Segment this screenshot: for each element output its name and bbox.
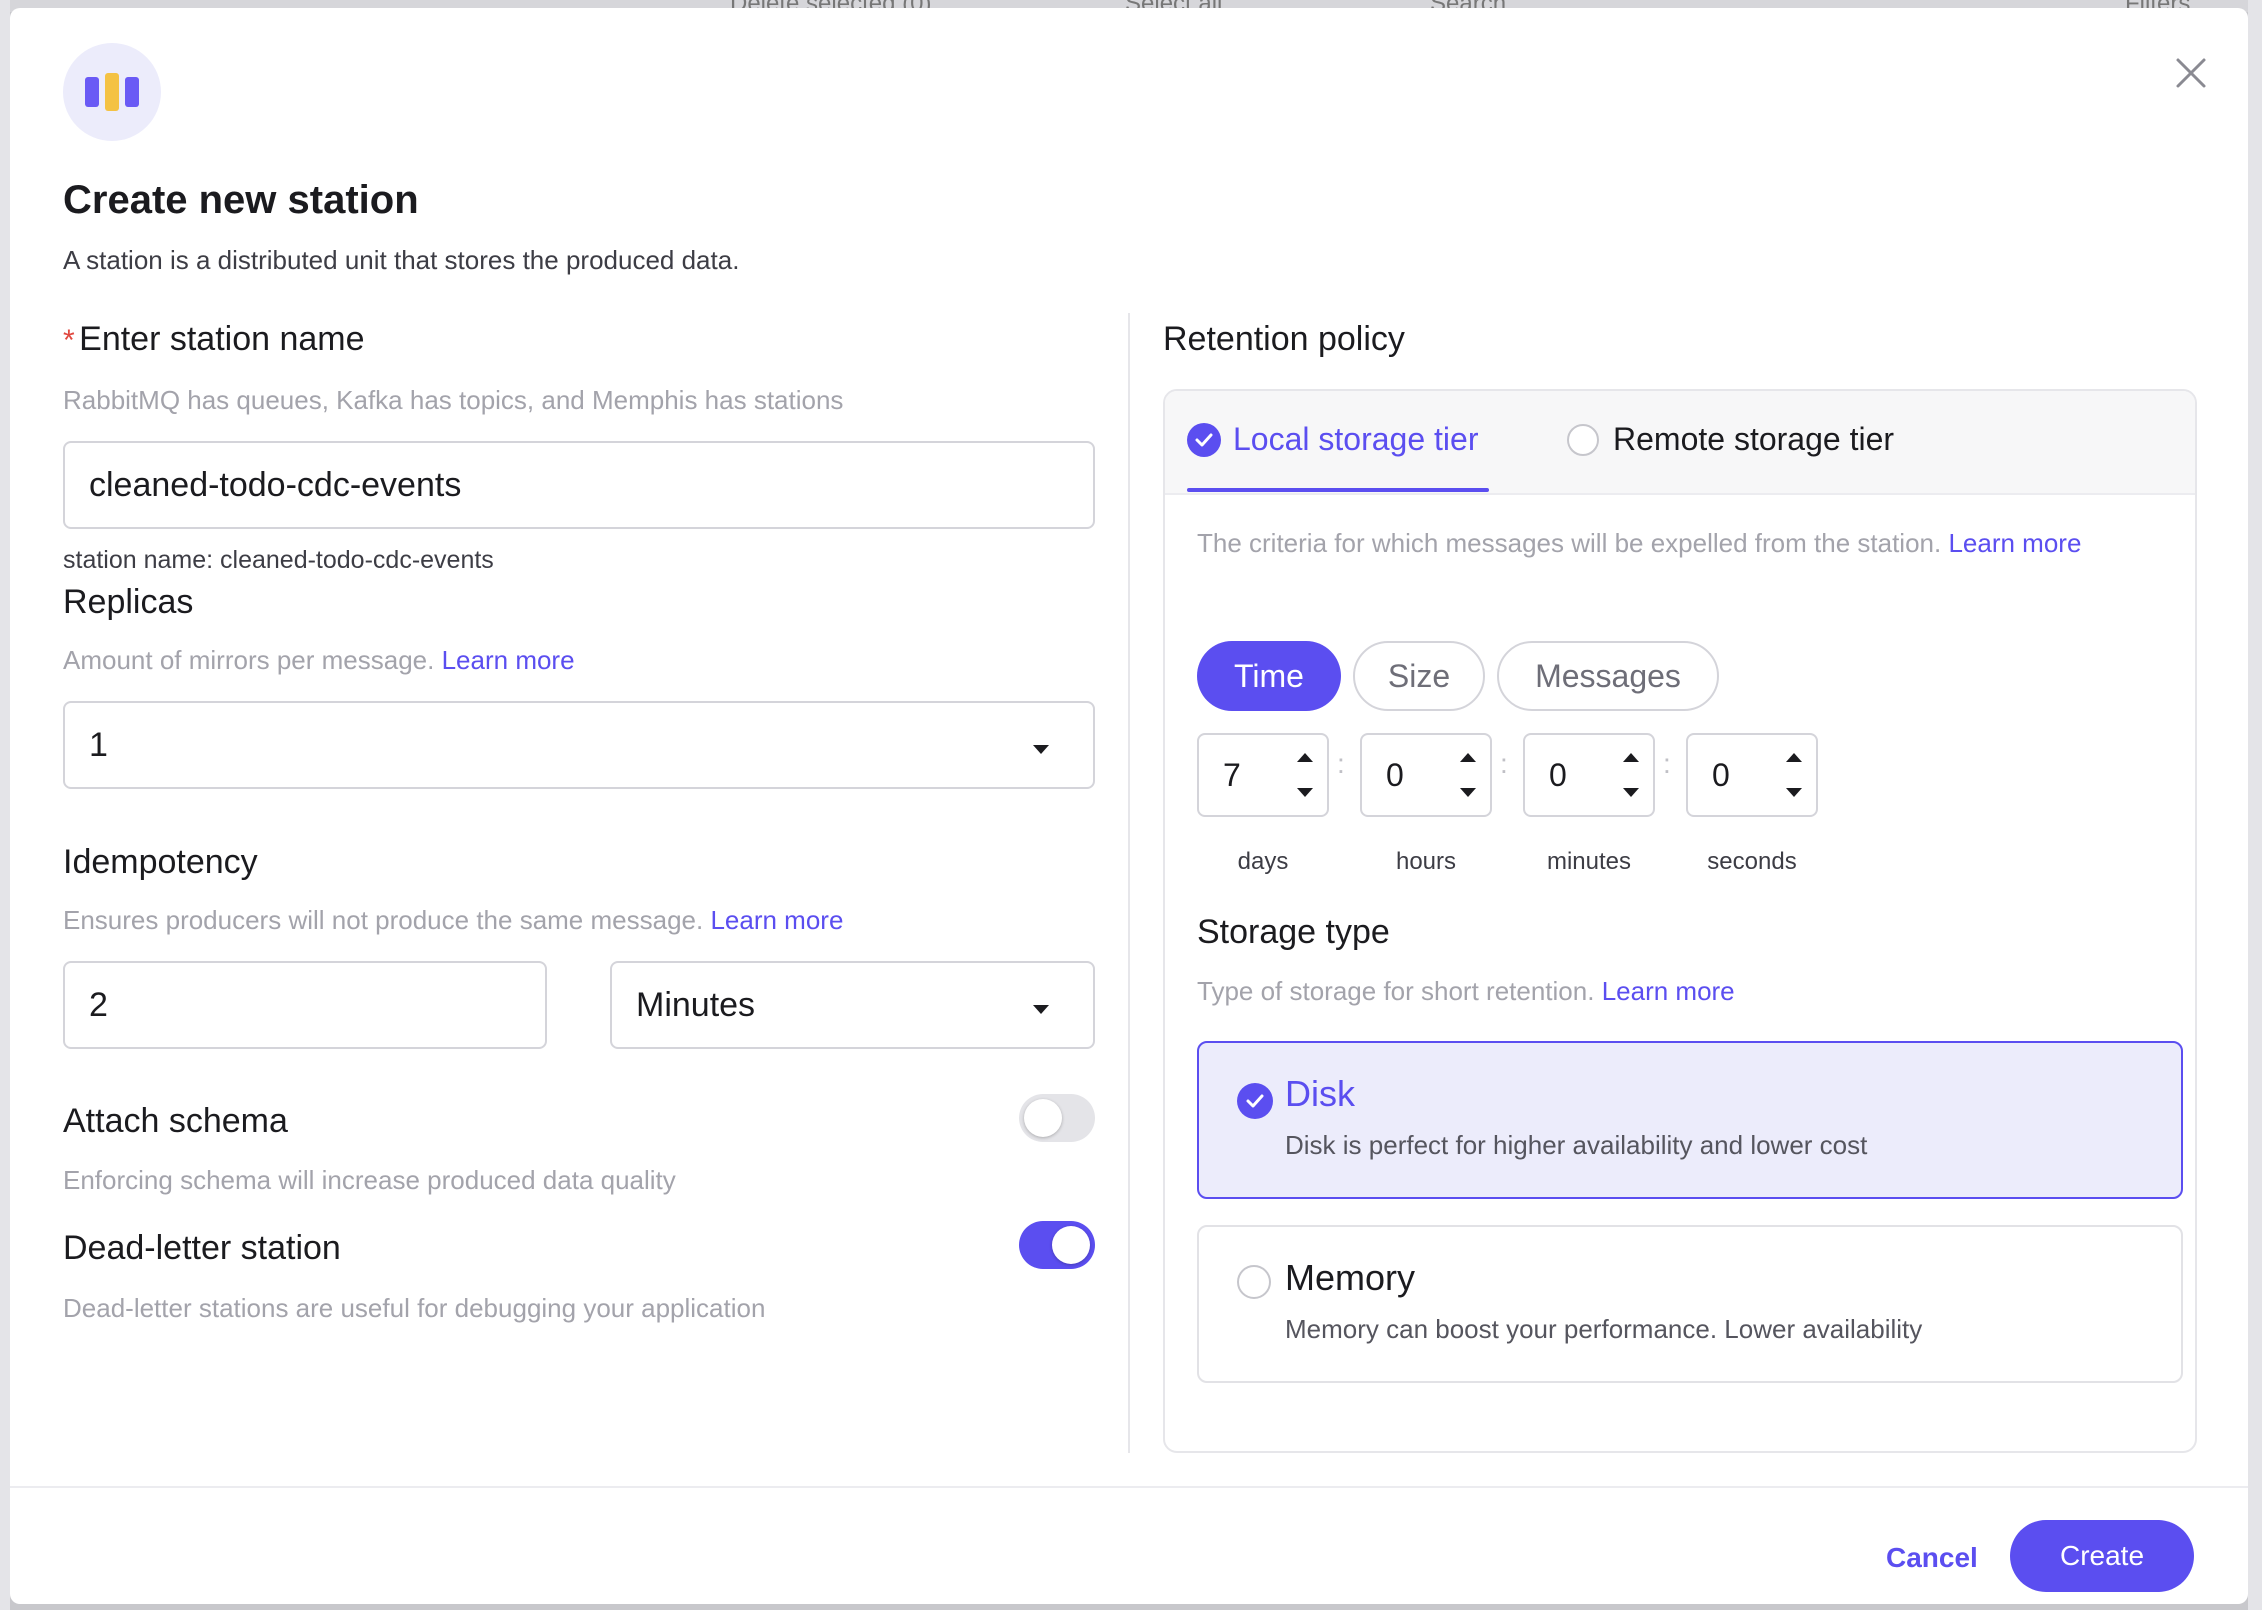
idempotency-label: Idempotency (63, 843, 258, 881)
tab-remote-storage-tier[interactable]: Remote storage tier (1567, 421, 1894, 458)
attach-schema-description: Enforcing schema will increase produced … (63, 1165, 676, 1195)
idempotency-unit: Minutes (636, 985, 756, 1024)
chevron-down-icon (1033, 745, 1049, 754)
replicas-label: Replicas (63, 583, 194, 621)
create-button[interactable]: Create (2010, 1520, 2194, 1592)
tab-local-storage-tier[interactable]: Local storage tier (1187, 421, 1478, 458)
modal-subtitle: A station is a distributed unit that sto… (63, 245, 740, 275)
toggle-knob (1052, 1226, 1090, 1264)
seconds-unit-label: seconds (1707, 848, 1797, 875)
idempotency-description: Ensures producers will not produce the s… (63, 905, 843, 936)
retention-learn-more-link[interactable]: Learn more (1948, 528, 2081, 558)
replicas-description: Amount of mirrors per message. Learn mor… (63, 645, 575, 676)
caret-down-icon[interactable] (1460, 788, 1476, 797)
retention-description-text: The criteria for which messages will be … (1197, 528, 1942, 558)
hours-value: 0 (1386, 757, 1404, 793)
idempotency-value-input[interactable]: 2 (63, 961, 547, 1049)
caret-down-icon[interactable] (1786, 788, 1802, 797)
chevron-down-icon (1033, 1005, 1049, 1014)
required-mark: * (63, 324, 75, 357)
storage-option-disk[interactable]: Disk Disk is perfect for higher availabi… (1197, 1041, 2183, 1199)
hours-stepper[interactable]: 0 (1360, 733, 1492, 817)
active-tab-indicator (1187, 488, 1489, 492)
replicas-description-text: Amount of mirrors per message. (63, 645, 435, 675)
tab-label: Local storage tier (1233, 421, 1479, 457)
storage-option-memory[interactable]: Memory Memory can boost your performance… (1197, 1225, 2183, 1383)
attach-schema-toggle[interactable] (1019, 1094, 1095, 1142)
check-circle-icon (1237, 1083, 1273, 1119)
days-unit-label: days (1237, 848, 1289, 875)
create-station-modal: Create new station A station is a distri… (10, 8, 2248, 1604)
idempotency-unit-select[interactable]: Minutes (610, 961, 1095, 1049)
background-left-edge (0, 0, 10, 1610)
minutes-value: 0 (1549, 757, 1567, 793)
caret-up-icon[interactable] (1623, 753, 1639, 762)
storage-type-description: Type of storage for short retention. Lea… (1197, 976, 1735, 1007)
days-stepper[interactable]: 7 (1197, 733, 1329, 817)
station-icon (63, 43, 161, 141)
idempotency-learn-more-link[interactable]: Learn more (710, 905, 843, 935)
caret-down-icon[interactable] (1297, 788, 1313, 797)
caret-up-icon[interactable] (1297, 753, 1313, 762)
station-name-label: * Enter station name (63, 320, 365, 359)
check-circle-icon (1187, 422, 1221, 457)
minutes-stepper[interactable]: 0 (1523, 733, 1655, 817)
storage-type-learn-more-link[interactable]: Learn more (1602, 976, 1735, 1006)
caret-down-icon[interactable] (1623, 788, 1639, 797)
retention-type-size[interactable]: Size (1353, 641, 1485, 711)
storage-type-description-text: Type of storage for short retention. (1197, 976, 1595, 1006)
radio-empty-icon (1567, 423, 1599, 456)
caret-up-icon[interactable] (1786, 753, 1802, 762)
dead-letter-description: Dead-letter stations are useful for debu… (63, 1293, 766, 1323)
station-name-label-text: Enter station name (79, 320, 365, 358)
retention-type-messages[interactable]: Messages (1497, 641, 1719, 711)
tab-label: Remote storage tier (1613, 421, 1895, 457)
hours-unit-label: hours (1395, 848, 1457, 875)
close-icon[interactable] (2168, 50, 2214, 96)
cancel-button[interactable]: Cancel (1886, 1542, 1978, 1574)
storage-type-label: Storage type (1197, 913, 1390, 951)
station-name-input[interactable]: cleaned-todo-cdc-events (63, 441, 1095, 529)
station-name-description: RabbitMQ has queues, Kafka has topics, a… (63, 385, 844, 415)
toggle-knob (1024, 1099, 1062, 1137)
caret-up-icon[interactable] (1460, 753, 1476, 762)
retention-policy-label: Retention policy (1163, 320, 1405, 358)
modal-footer: Cancel Create (10, 1486, 2248, 1604)
retention-type-time[interactable]: Time (1197, 641, 1341, 711)
storage-option-title: Memory (1285, 1257, 1416, 1298)
time-separator: : (1337, 748, 1345, 779)
time-separator: : (1663, 748, 1671, 779)
retention-description: The criteria for which messages will be … (1197, 520, 2177, 566)
dead-letter-toggle[interactable] (1019, 1221, 1095, 1269)
idempotency-value: 2 (89, 985, 108, 1024)
column-divider (1128, 313, 1130, 1453)
idempotency-description-text: Ensures producers will not produce the s… (63, 905, 704, 935)
storage-option-description: Disk is perfect for higher availability … (1285, 1130, 1868, 1160)
background-right-edge (2248, 0, 2262, 1610)
radio-empty-icon (1237, 1265, 1271, 1299)
replicas-select[interactable]: 1 (63, 701, 1095, 789)
minutes-unit-label: minutes (1546, 848, 1632, 875)
storage-option-description: Memory can boost your performance. Lower… (1285, 1314, 1923, 1344)
storage-tier-tabs: Local storage tier Remote storage tier (1165, 391, 2195, 495)
replicas-learn-more-link[interactable]: Learn more (442, 645, 575, 675)
storage-option-title: Disk (1285, 1073, 1355, 1114)
dead-letter-label: Dead-letter station (63, 1229, 341, 1267)
days-value: 7 (1223, 757, 1241, 793)
station-name-preview: station name: cleaned-todo-cdc-events (63, 546, 494, 574)
attach-schema-label: Attach schema (63, 1102, 288, 1140)
time-separator: : (1500, 748, 1508, 779)
seconds-stepper[interactable]: 0 (1686, 733, 1818, 817)
station-name-value: cleaned-todo-cdc-events (89, 465, 462, 504)
modal-title: Create new station (63, 178, 419, 222)
seconds-value: 0 (1712, 757, 1730, 793)
replicas-value: 1 (89, 725, 108, 764)
